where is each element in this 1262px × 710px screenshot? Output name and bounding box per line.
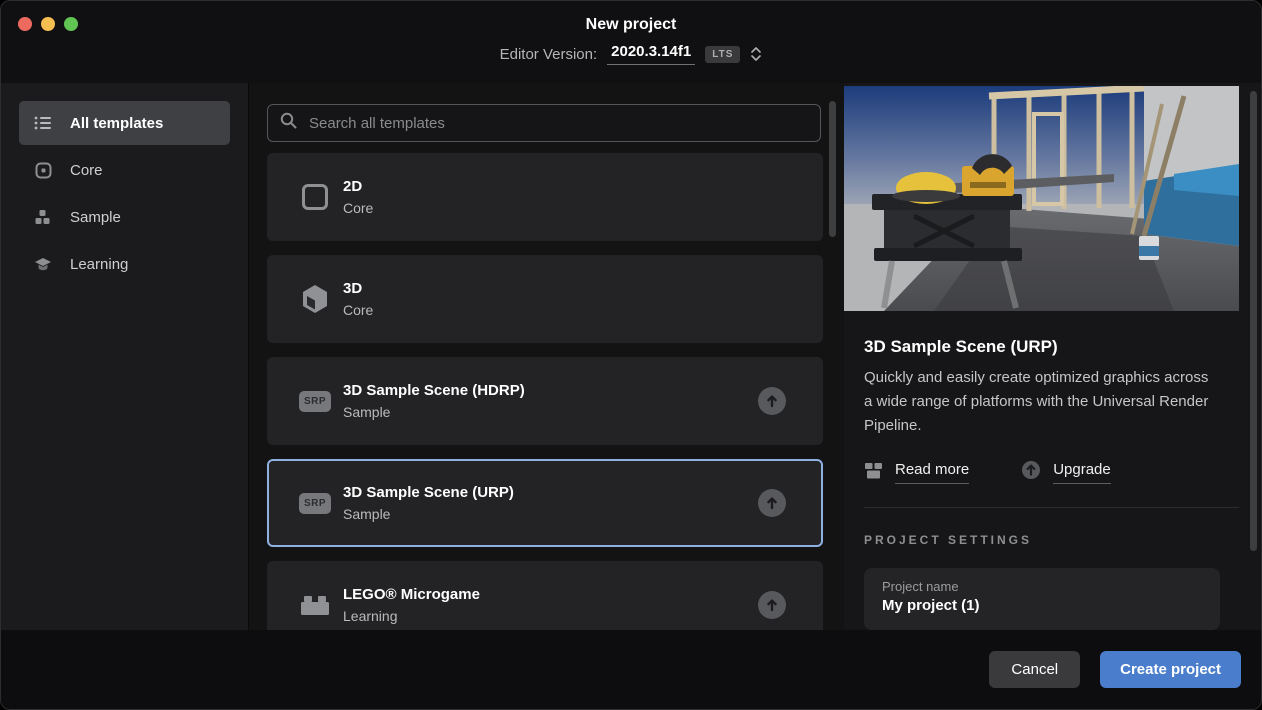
sidebar-item-label: All templates xyxy=(70,115,163,132)
template-list-scrollbar[interactable] xyxy=(829,101,836,237)
cube-3d-icon xyxy=(295,284,335,314)
editor-version-row: Editor Version: 2020.3.14f1 LTS xyxy=(1,43,1261,65)
search-icon xyxy=(280,112,297,134)
graduation-cap-icon xyxy=(33,257,53,272)
detail-panel-scrollbar[interactable] xyxy=(1250,91,1257,551)
editor-version-value[interactable]: 2020.3.14f1 xyxy=(607,43,695,65)
search-input[interactable] xyxy=(309,115,808,132)
template-name: 3D Sample Scene (HDRP) xyxy=(343,382,525,399)
template-card-3d[interactable]: 3D Core xyxy=(267,255,823,343)
detail-description: Quickly and easily create optimized grap… xyxy=(864,366,1220,438)
minimize-button[interactable] xyxy=(41,17,55,31)
detail-body: 3D Sample Scene (URP) Quickly and easily… xyxy=(844,311,1261,630)
template-category: Core xyxy=(343,302,373,318)
version-stepper-icon[interactable] xyxy=(750,46,762,62)
template-card-lego[interactable]: LEGO® Microgame Learning xyxy=(267,561,823,630)
detail-title: 3D Sample Scene (URP) xyxy=(864,337,1239,357)
lego-brick-icon xyxy=(295,594,335,616)
sidebar-item-label: Core xyxy=(70,162,103,179)
core-square-icon xyxy=(33,162,53,179)
sidebar-item-learning[interactable]: Learning xyxy=(19,242,230,286)
sidebar-item-label: Sample xyxy=(70,209,121,226)
sidebar-item-sample[interactable]: Sample xyxy=(19,195,230,239)
project-settings-heading: PROJECT SETTINGS xyxy=(864,533,1239,547)
download-template-icon[interactable] xyxy=(758,489,786,517)
search-box[interactable] xyxy=(267,104,821,142)
zoom-button[interactable] xyxy=(64,17,78,31)
download-template-icon[interactable] xyxy=(758,387,786,415)
srp-badge-icon: SRP xyxy=(295,493,335,514)
template-category: Core xyxy=(343,200,373,216)
template-name: 3D xyxy=(343,280,373,297)
dialog-title: New project xyxy=(1,1,1261,34)
square-2d-icon xyxy=(295,184,335,210)
project-name-field[interactable]: Project name My project (1) xyxy=(864,568,1220,630)
read-more-label: Read more xyxy=(895,461,969,484)
create-project-button[interactable]: Create project xyxy=(1100,651,1241,688)
upgrade-link[interactable]: Upgrade xyxy=(1021,460,1111,485)
template-name: LEGO® Microgame xyxy=(343,586,480,603)
list-icon xyxy=(33,115,53,131)
template-category: Learning xyxy=(343,608,480,624)
footer-bar: Cancel Create project xyxy=(1,630,1261,709)
template-card-2d[interactable]: 2D Core xyxy=(267,153,823,241)
window-controls xyxy=(18,17,78,31)
template-preview-image xyxy=(844,86,1239,311)
upgrade-label: Upgrade xyxy=(1053,461,1111,484)
read-more-link[interactable]: Read more xyxy=(864,461,969,484)
lts-badge: LTS xyxy=(705,46,740,63)
template-name: 2D xyxy=(343,178,373,195)
template-category-sidebar: All templates Core Sample Learning xyxy=(1,83,249,630)
sidebar-item-all-templates[interactable]: All templates xyxy=(19,101,230,145)
titlebar: New project Editor Version: 2020.3.14f1 … xyxy=(1,1,1261,83)
project-name-value[interactable]: My project (1) xyxy=(882,597,1202,614)
template-name: 3D Sample Scene (URP) xyxy=(343,484,514,501)
editor-version-label: Editor Version: xyxy=(500,46,598,63)
sidebar-item-label: Learning xyxy=(70,256,128,273)
upgrade-arrow-icon xyxy=(1021,460,1041,485)
template-category: Sample xyxy=(343,506,514,522)
new-project-dialog: New project Editor Version: 2020.3.14f1 … xyxy=(0,0,1262,710)
template-category: Sample xyxy=(343,404,525,420)
sample-blocks-icon xyxy=(33,209,53,225)
docs-box-icon xyxy=(864,462,883,484)
srp-badge-icon: SRP xyxy=(295,391,335,412)
close-button[interactable] xyxy=(18,17,32,31)
template-card-urp[interactable]: SRP 3D Sample Scene (URP) Sample xyxy=(267,459,823,547)
template-detail-panel: 3D Sample Scene (URP) Quickly and easily… xyxy=(844,83,1261,630)
download-template-icon[interactable] xyxy=(758,591,786,619)
cancel-button[interactable]: Cancel xyxy=(989,651,1080,688)
sidebar-item-core[interactable]: Core xyxy=(19,148,230,192)
template-cards: 2D Core 3D Core SRP 3D Sa xyxy=(267,153,844,630)
template-list-column: 2D Core 3D Core SRP 3D Sa xyxy=(249,83,844,630)
detail-links: Read more Upgrade xyxy=(864,460,1239,485)
template-card-hdrp[interactable]: SRP 3D Sample Scene (HDRP) Sample xyxy=(267,357,823,445)
content-area: All templates Core Sample Learning xyxy=(1,83,1261,630)
project-name-label: Project name xyxy=(882,579,1202,594)
detail-divider xyxy=(864,507,1239,508)
